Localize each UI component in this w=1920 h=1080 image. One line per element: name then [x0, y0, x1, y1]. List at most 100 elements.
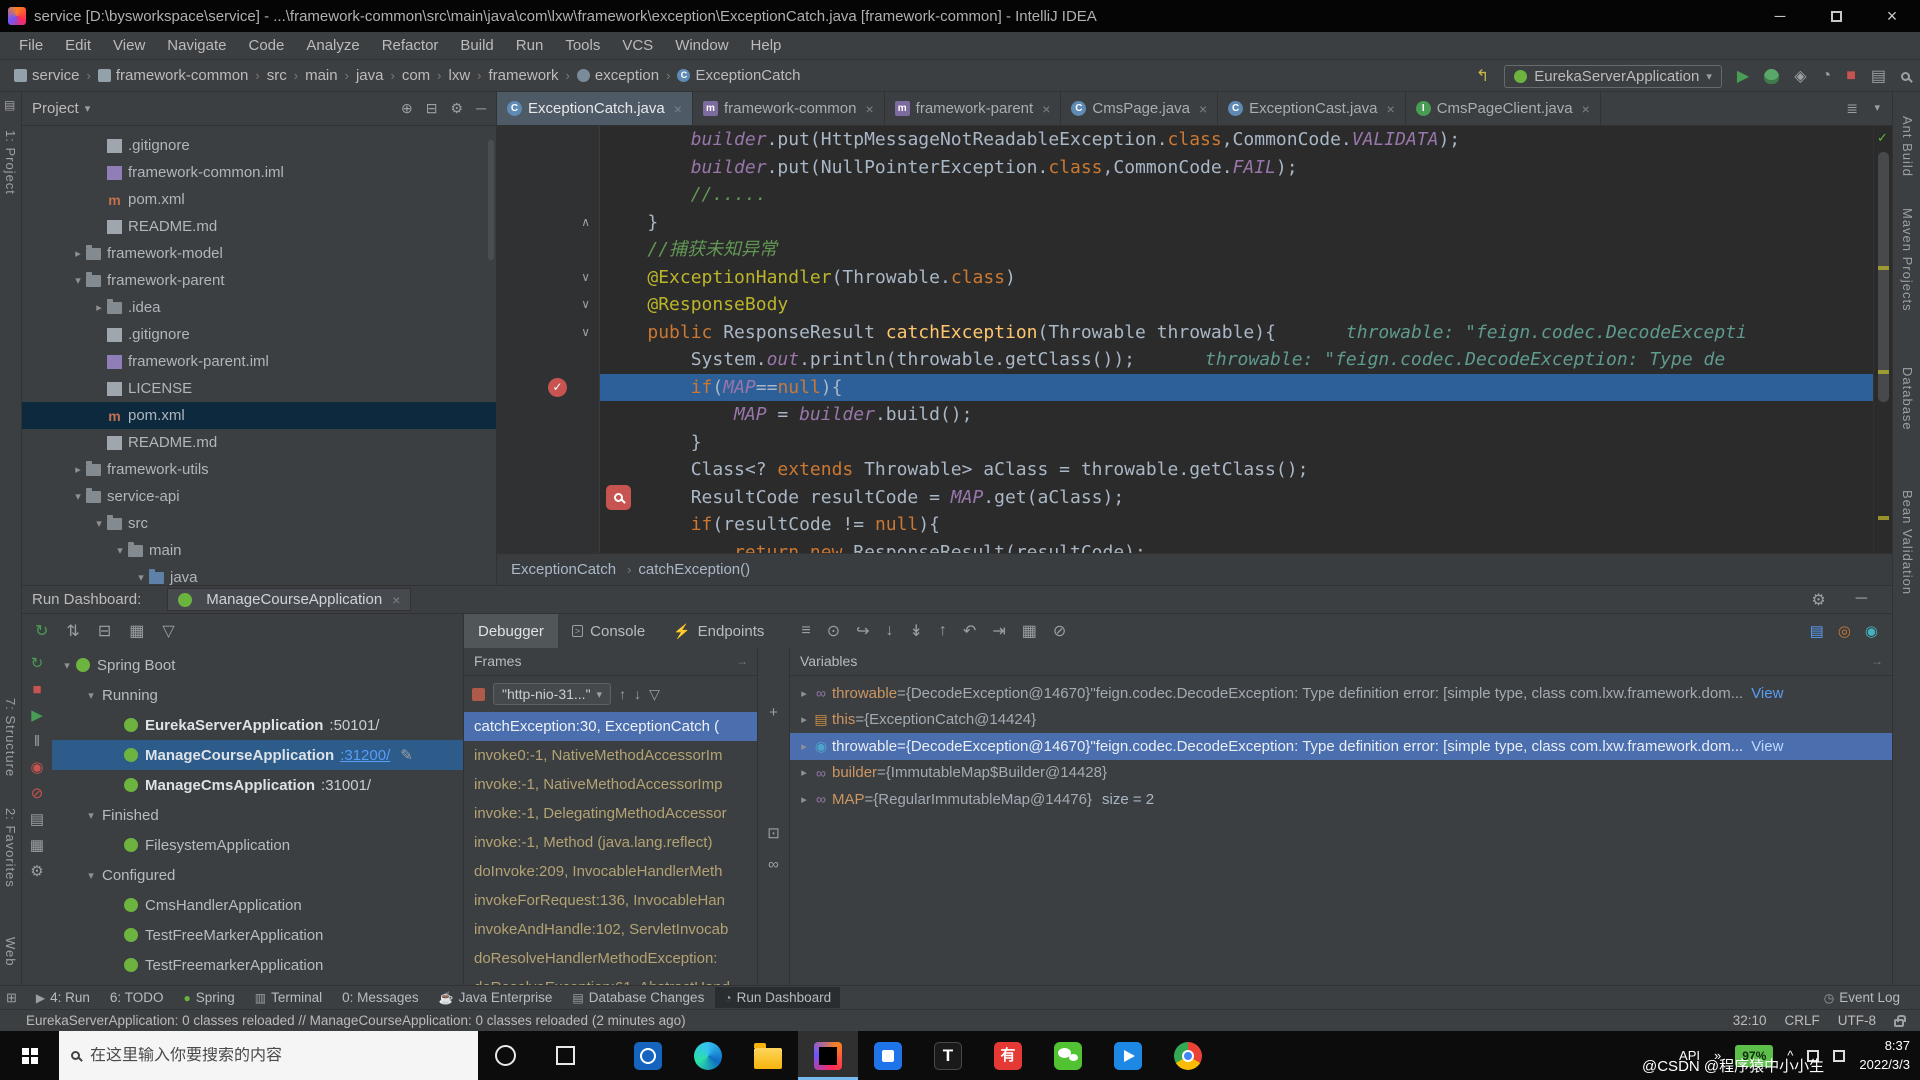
- lock-icon[interactable]: [1894, 1014, 1906, 1027]
- layout-settings-icon[interactable]: ▤: [1810, 622, 1824, 640]
- breadcrumb-method[interactable]: catchException(): [638, 561, 750, 578]
- stack-frame[interactable]: invoke:-1, DelegatingMethodAccessor: [464, 799, 757, 828]
- code-line-34[interactable]: 34 ResultCode resultCode = MAP.get(aClas…: [497, 483, 1873, 534]
- menu-run[interactable]: Run: [505, 37, 555, 54]
- editor-scrollbar[interactable]: ✓: [1873, 126, 1892, 553]
- code-line-28[interactable]: 28 ∨ public ResponseResult catchExceptio…: [497, 318, 1873, 369]
- editor-tab-ExceptionCast.java[interactable]: C ExceptionCast.java ×: [1218, 92, 1406, 125]
- sort-icon[interactable]: ⇅: [66, 621, 79, 641]
- resume-icon[interactable]: ▶: [31, 708, 43, 723]
- breadcrumb-class[interactable]: ExceptionCatch: [511, 561, 616, 578]
- settings-gear-icon[interactable]: ⚙: [451, 100, 464, 117]
- edit-configuration-icon[interactable]: ✎: [400, 746, 413, 764]
- project-item-framework-common.iml[interactable]: framework-common.iml: [22, 159, 496, 186]
- taskbar-idea-button[interactable]: [798, 1031, 858, 1080]
- copy-stack-icon[interactable]: ⊡: [767, 824, 780, 842]
- project-item-README.md[interactable]: README.md: [22, 429, 496, 456]
- taskbar-search-input[interactable]: [90, 1046, 430, 1065]
- project-item-pom.xml[interactable]: m pom.xml: [22, 186, 496, 213]
- debug-icon[interactable]: [1764, 68, 1780, 84]
- toolwindow-4: Run[interactable]: ▶ 4: Run: [27, 987, 99, 1008]
- project-item-framework-model[interactable]: ▸ framework-model: [22, 240, 496, 267]
- dashboard-item-CmsHandlerApplication[interactable]: CmsHandlerApplication: [52, 890, 463, 920]
- capture-icon[interactable]: ◉: [1865, 622, 1878, 640]
- toolwindow-Database Changes[interactable]: ▤ Database Changes: [563, 987, 713, 1008]
- view-link[interactable]: View: [1751, 738, 1783, 755]
- close-tab-icon[interactable]: ×: [1582, 101, 1590, 117]
- step-into-icon[interactable]: ↓: [886, 622, 894, 640]
- thread-dump-icon[interactable]: ▤: [30, 812, 44, 827]
- rerun-icon[interactable]: ↻: [35, 621, 48, 641]
- taskbar-wechat-button[interactable]: [1038, 1031, 1098, 1080]
- taskbar-typora-button[interactable]: T: [918, 1031, 978, 1080]
- application-port-link[interactable]: :50101/: [329, 717, 379, 734]
- hotswap-icon[interactable]: ◎: [1838, 622, 1851, 640]
- editor-tab-CmsPage.java[interactable]: C CmsPage.java ×: [1061, 92, 1219, 125]
- code-editor[interactable]: 21 builder.put(HttpMessageNotReadableExc…: [497, 126, 1873, 553]
- mute-breakpoints-icon[interactable]: ⊘: [31, 786, 44, 801]
- dashboard-item-Finished[interactable]: ▾ Finished: [52, 800, 463, 830]
- project-item-pom.xml[interactable]: m pom.xml: [22, 402, 496, 429]
- close-button[interactable]: ×: [1864, 0, 1920, 32]
- stack-frame[interactable]: invoke:-1, NativeMethodAccessorImp: [464, 770, 757, 799]
- code-line-23[interactable]: 23 //.....: [497, 181, 1873, 232]
- taskbar-chrome-button[interactable]: [1158, 1031, 1218, 1080]
- code-line-36[interactable]: 36 return new ResponseResult(resultCode)…: [497, 538, 1873, 553]
- thread-dropdown[interactable]: "http-nio-31..." ▾: [493, 683, 612, 705]
- breakpoint-icon[interactable]: ✓: [548, 377, 567, 397]
- dashboard-item-Spring Boot[interactable]: ▾ Spring Boot: [52, 650, 463, 680]
- stack-frame[interactable]: doInvoke:209, InvocableHandlerMeth: [464, 857, 757, 886]
- chevron-down-icon[interactable]: ▾: [1874, 101, 1880, 114]
- expanded-arrow-icon[interactable]: ▾: [58, 659, 76, 672]
- restore-layout-icon[interactable]: ▦: [30, 838, 44, 853]
- project-item-service-api[interactable]: ▾ service-api: [22, 483, 496, 510]
- menu-edit[interactable]: Edit: [54, 37, 102, 54]
- dashboard-item-Configured[interactable]: ▾ Configured: [52, 860, 463, 890]
- stripe-7: Structure[interactable]: 7: Structure: [3, 698, 18, 777]
- stripe-Database[interactable]: Database: [1900, 367, 1915, 431]
- caret-position[interactable]: 32:10: [1733, 1013, 1767, 1028]
- editor-tab-ExceptionCatch.java[interactable]: C ExceptionCatch.java ×: [497, 92, 693, 125]
- stack-frame[interactable]: invoke:-1, Method (java.lang.reflect): [464, 828, 757, 857]
- stripe-Ant Build[interactable]: Ant Build: [1900, 116, 1915, 177]
- settings-icon[interactable]: ⚙: [30, 864, 43, 879]
- application-port-link[interactable]: :31001/: [321, 777, 371, 794]
- taskbar-edge-button[interactable]: [678, 1031, 738, 1080]
- project-scrollbar-thumb[interactable]: [488, 140, 494, 260]
- minimize-button[interactable]: ─: [1752, 0, 1808, 32]
- close-tab-icon[interactable]: ×: [865, 101, 873, 117]
- editor-tab-framework-parent[interactable]: m framework-parent ×: [885, 92, 1062, 125]
- application-port-link[interactable]: :31200/: [340, 747, 390, 764]
- code-line-24[interactable]: 24 ∧ }: [497, 208, 1873, 259]
- dashboard-tab[interactable]: ManageCourseApplication ×: [167, 588, 412, 611]
- expanded-arrow-icon[interactable]: ▾: [82, 809, 100, 822]
- layout-icon[interactable]: ≡: [801, 622, 810, 640]
- dashboard-item-ManageCourseApplication[interactable]: ManageCourseApplication :31200/ ✎: [52, 740, 463, 770]
- volume-icon[interactable]: [1833, 1049, 1846, 1062]
- menu-vcs[interactable]: VCS: [611, 37, 664, 54]
- fold-icon[interactable]: ∨: [581, 319, 590, 347]
- breadcrumb-lxw[interactable]: lxw: [449, 67, 471, 84]
- variable-row-builder[interactable]: ▸ ∞ builder = {ImmutableMap$Builder@1442…: [790, 760, 1892, 787]
- breadcrumb-service[interactable]: service: [14, 67, 80, 84]
- hide-panel-icon[interactable]: ─: [476, 100, 486, 117]
- debugger-tab-Debugger[interactable]: Debugger: [464, 614, 558, 648]
- group-by-icon[interactable]: ▦: [129, 621, 144, 641]
- taskbar-clock-button[interactable]: [618, 1031, 678, 1080]
- stop-icon[interactable]: ■: [1846, 67, 1856, 85]
- stripe-Bean Validation[interactable]: Bean Validation: [1900, 490, 1915, 595]
- toolwindow-0: Messages[interactable]: 0: Messages: [333, 987, 428, 1008]
- run-configuration-select[interactable]: EurekaServerApplication ▾: [1504, 64, 1722, 88]
- start-button[interactable]: [0, 1031, 59, 1080]
- editor-tab-CmsPageClient.java[interactable]: I CmsPageClient.java ×: [1406, 92, 1601, 125]
- project-view-select[interactable]: Project ▾: [32, 100, 90, 117]
- line-ending-select[interactable]: CRLF: [1784, 1013, 1819, 1028]
- run-icon[interactable]: ▶: [1737, 66, 1749, 86]
- force-step-into-icon[interactable]: ↡: [910, 621, 923, 641]
- expanded-arrow-icon[interactable]: ▾: [91, 517, 107, 530]
- coverage-icon[interactable]: ◈: [1794, 66, 1806, 86]
- menu-tools[interactable]: Tools: [554, 37, 611, 54]
- code-line-30[interactable]: 30 ✓ if(MAP==null){: [497, 373, 1873, 424]
- breadcrumb-com[interactable]: com: [402, 67, 430, 84]
- project-item-LICENSE[interactable]: LICENSE: [22, 375, 496, 402]
